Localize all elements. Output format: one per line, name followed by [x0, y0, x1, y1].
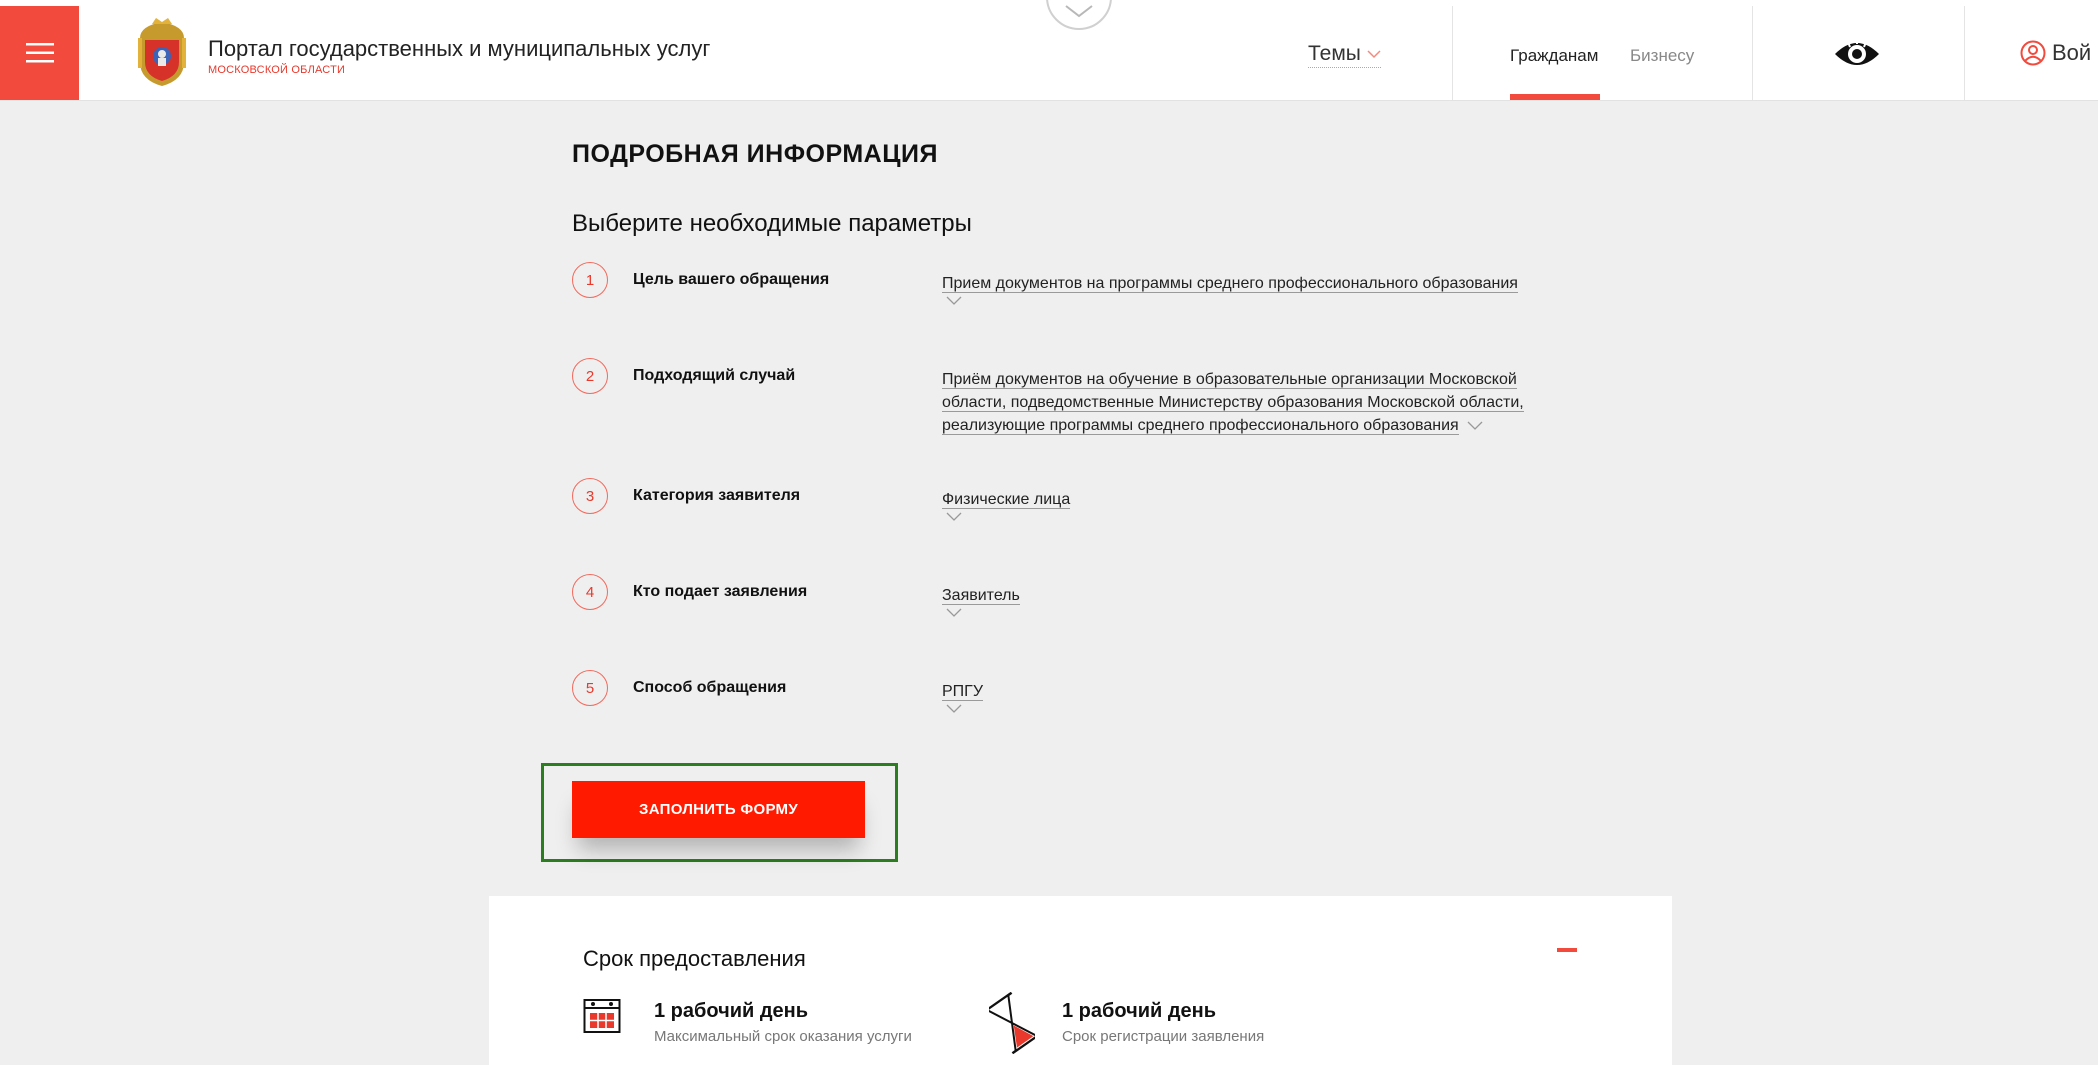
param-value-text: Заявитель [942, 587, 1020, 605]
section-title: ПОДРОБНАЯ ИНФОРМАЦИЯ [572, 140, 938, 168]
param-value-dropdown[interactable]: Физические лица [942, 488, 1572, 521]
login-button[interactable]: Вой [2020, 40, 2091, 66]
step-number: 3 [572, 478, 608, 514]
param-label: Подходящий случай [633, 367, 796, 384]
param-label: Категория заявителя [633, 487, 801, 504]
themes-dropdown[interactable]: Темы [1308, 42, 1381, 68]
chevron-down-icon [1065, 5, 1093, 18]
nav-business-tab[interactable]: Бизнесу [1630, 46, 1694, 66]
accessibility-eye-icon[interactable] [1832, 36, 1882, 72]
step-number: 4 [572, 574, 608, 610]
term-max-value: 1 рабочий день [654, 1000, 809, 1022]
portal-subtitle: МОСКОВСКОЙ ОБЛАСТИ [208, 64, 346, 76]
chevron-down-icon [1367, 49, 1381, 58]
param-label: Кто подает заявления [633, 583, 808, 600]
param-value-line: реализующие программы среднего профессио… [942, 417, 1459, 435]
param-value-text: Физические лица [942, 491, 1071, 509]
chevron-down-icon [946, 512, 962, 521]
term-max-label: Максимальный срок оказания услуги [654, 1028, 912, 1045]
user-icon [2020, 40, 2046, 66]
nav-active-indicator [1510, 94, 1600, 100]
header-divider [1964, 6, 1965, 100]
chevron-down-icon [946, 296, 962, 305]
param-label: Цель вашего обращения [633, 271, 830, 288]
step-number: 1 [572, 262, 608, 298]
param-label: Способ обращения [633, 679, 787, 696]
calendar-icon [583, 999, 621, 1033]
param-value-dropdown[interactable]: Прием документов на программы среднего п… [942, 272, 1572, 305]
term-registration-label: Срок регистрации заявления [1062, 1028, 1265, 1045]
step-number: 2 [572, 358, 608, 394]
nav-citizens-tab[interactable]: Гражданам [1510, 46, 1598, 66]
chevron-down-icon [1467, 421, 1483, 431]
param-value-line: Приём документов на обучение в образоват… [942, 371, 1517, 389]
param-value-dropdown[interactable]: Приём документов на обучение в образоват… [942, 368, 1572, 437]
chevron-down-icon [946, 608, 962, 617]
param-value-dropdown[interactable]: Заявитель [942, 584, 1572, 617]
menu-button[interactable] [0, 6, 79, 100]
login-label: Вой [2052, 40, 2092, 65]
term-registration-value: 1 рабочий день [1062, 1000, 1217, 1022]
moscow-region-emblem-icon[interactable] [134, 18, 190, 88]
params-subtitle: Выберите необходимые параметры [572, 210, 972, 237]
term-card-title: Срок предоставления [583, 946, 806, 971]
step-number: 5 [572, 670, 608, 706]
param-value-text: Прием документов на программы среднего п… [942, 275, 1518, 293]
themes-label: Темы [1308, 42, 1361, 65]
param-value-dropdown[interactable]: РПГУ [942, 680, 1572, 713]
hourglass-icon [989, 992, 1035, 1054]
portal-title[interactable]: Портал государственных и муниципальных у… [208, 36, 710, 62]
header-divider [1452, 6, 1453, 100]
site-header: Портал государственных и муниципальных у… [0, 6, 2098, 100]
param-value-text: РПГУ [942, 683, 983, 701]
header-divider [1752, 6, 1753, 100]
term-card: Срок предоставления 1 рабочий день Макси… [489, 896, 1672, 1065]
chevron-down-icon [946, 704, 962, 713]
param-value-line: области, подведомственные Министерству о… [942, 394, 1524, 412]
collapse-minus-icon[interactable] [1557, 948, 1577, 952]
fill-form-button[interactable]: ЗАПОЛНИТЬ ФОРМУ [572, 781, 865, 838]
hamburger-icon [25, 43, 54, 63]
